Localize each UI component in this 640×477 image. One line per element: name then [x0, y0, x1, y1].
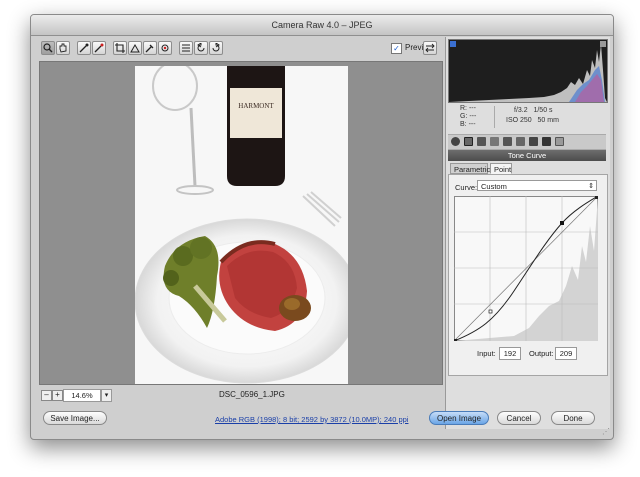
zoom-out-button[interactable]: – — [41, 390, 52, 401]
zoom-tool-icon[interactable] — [41, 41, 55, 55]
window-title: Camera Raw 4.0 – JPEG — [31, 15, 613, 36]
shutter-speed: 1/50 s — [533, 107, 553, 114]
info-readout: R: --- G: --- B: --- f/3.2 1/50 s ISO 25… — [448, 104, 606, 130]
histogram — [448, 39, 608, 103]
basic-panel-icon[interactable] — [451, 137, 460, 146]
resize-grip-icon[interactable]: ⋰ — [602, 427, 610, 436]
input-output-row: Input: 192 Output: 209 — [449, 347, 607, 361]
bottom-bar: Save Image... Adobe RGB (1998); 8 bit; 2… — [31, 407, 445, 439]
readout-divider — [494, 106, 495, 128]
input-label: Input: — [477, 349, 496, 358]
tone-curve-panel: Curve: Custom ⇕ Input: 192 Output: 209 — [448, 174, 608, 376]
hand-tool-icon[interactable] — [56, 41, 70, 55]
g-label: G: — [460, 113, 468, 120]
straighten-tool-icon[interactable] — [128, 41, 142, 55]
white-balance-tool-icon[interactable] — [77, 41, 91, 55]
r-label: R: — [460, 105, 467, 112]
zoom-level[interactable]: 14.6% — [63, 389, 101, 402]
output-label: Output: — [529, 349, 554, 358]
status-bar: – + 14.6% ▾ DSC_0596_1.JPG — [39, 387, 443, 403]
done-button[interactable]: Done — [551, 411, 595, 425]
rotate-right-icon[interactable] — [209, 41, 223, 55]
open-image-button[interactable]: Open Image — [429, 411, 489, 425]
select-arrows-icon: ⇕ — [588, 183, 594, 190]
curve-select-value: Custom — [481, 182, 507, 191]
red-eye-icon[interactable] — [158, 41, 172, 55]
photo-preview: HARMONT — [135, 66, 348, 384]
hsl-panel-icon[interactable] — [490, 137, 499, 146]
curve-label: Curve: — [455, 183, 478, 192]
split-toning-panel-icon[interactable] — [503, 137, 512, 146]
zoom-dropdown-icon[interactable]: ▾ — [101, 389, 112, 402]
crop-tool-icon[interactable] — [113, 41, 127, 55]
tab-parametric[interactable]: Parametric — [450, 163, 490, 174]
rotate-left-icon[interactable] — [194, 41, 208, 55]
highlight-clip-icon[interactable] — [600, 41, 606, 47]
aperture: f/3.2 — [514, 107, 528, 114]
save-image-button[interactable]: Save Image... — [43, 411, 107, 425]
tone-curve-panel-icon[interactable] — [464, 137, 473, 146]
curve-select[interactable]: Custom ⇕ — [477, 180, 597, 191]
panel-tabs-row — [448, 134, 606, 150]
image-canvas[interactable]: HARMONT — [39, 61, 443, 385]
lens-panel-icon[interactable] — [516, 137, 525, 146]
bottle-label-text: HARMONT — [238, 102, 274, 110]
input-field[interactable]: 192 — [499, 347, 521, 360]
cancel-button[interactable]: Cancel — [497, 411, 541, 425]
section-title: Tone Curve — [448, 150, 606, 161]
workflow-options-link[interactable]: Adobe RGB (1998); 8 bit; 2592 by 3872 (1… — [215, 415, 408, 424]
curve-graph[interactable] — [453, 195, 599, 342]
preview-checkbox[interactable]: ✓ — [391, 43, 402, 54]
color-sampler-icon[interactable] — [92, 41, 106, 55]
r-value: --- — [468, 105, 476, 112]
preferences-icon[interactable] — [179, 41, 193, 55]
camera-raw-window: Camera Raw 4.0 – JPEG ✓ Preview HARMONT … — [30, 14, 614, 440]
fullscreen-toggle-icon[interactable] — [423, 41, 437, 55]
toolbar: ✓ Preview — [39, 39, 443, 59]
g-value: --- — [469, 113, 477, 120]
output-field[interactable]: 209 — [555, 347, 577, 360]
retouch-tool-icon[interactable] — [143, 41, 157, 55]
iso: ISO 250 — [506, 117, 532, 124]
zoom-in-button[interactable]: + — [52, 390, 63, 401]
detail-panel-icon[interactable] — [477, 137, 486, 146]
camera-calibration-panel-icon[interactable] — [529, 137, 538, 146]
shadow-clip-icon[interactable] — [450, 41, 456, 47]
b-value: --- — [468, 121, 476, 128]
focal-length: 50 mm — [537, 117, 559, 124]
right-panel: R: --- G: --- B: --- f/3.2 1/50 s ISO 25… — [445, 37, 610, 429]
tab-point[interactable]: Point — [490, 163, 512, 174]
b-label: B: — [460, 121, 467, 128]
presets-panel-icon[interactable] — [542, 137, 551, 146]
snapshots-panel-icon[interactable] — [555, 137, 564, 146]
file-name: DSC_0596_1.JPG — [219, 390, 285, 399]
